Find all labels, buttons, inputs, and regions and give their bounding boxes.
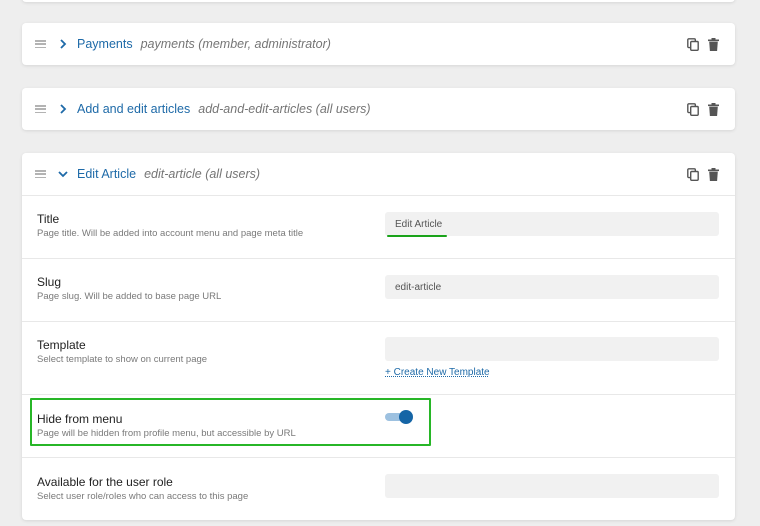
page-card-payments: Payments payments (member, administrator… [22,23,735,65]
setting-label: Slug [37,275,62,289]
page-name[interactable]: Edit Article [77,167,136,181]
drag-handle-icon[interactable] [35,40,46,48]
page-name[interactable]: Payments [77,37,133,51]
setting-description: Page title. Will be added into account m… [37,228,304,239]
page-card-header[interactable]: Edit Article edit-article (all users) [22,153,735,195]
page-card-edit-article: Edit Article edit-article (all users) Ti… [22,153,735,520]
page-card-add-and-edit-articles: Add and edit articles add-and-edit-artic… [22,88,735,130]
chevron-right-icon[interactable] [57,103,69,115]
previous-page-card [22,0,735,2]
chevron-down-icon[interactable] [57,168,69,180]
page-slug: payments (member, administrator) [140,37,331,51]
setting-description: Select template to show on current page [37,354,208,365]
trash-icon[interactable] [708,167,719,181]
page-name[interactable]: Add and edit articles [77,102,190,116]
page-slug: edit-article (all users) [144,167,261,181]
setting-label: Hide from menu [37,412,123,426]
toggle-knob[interactable] [399,410,413,424]
copy-icon[interactable] [687,37,699,51]
copy-icon[interactable] [687,102,699,116]
setting-row-title: Title Page title. Will be added into acc… [22,195,735,258]
input-focus-underline [387,235,447,237]
setting-label: Available for the user role [37,475,173,489]
setting-row-slug: Slug Page slug. Will be added to base pa… [22,258,735,321]
drag-handle-icon[interactable] [35,170,46,178]
page-slug: add-and-edit-articles (all users) [198,102,371,116]
title-input[interactable]: Edit Article [385,212,719,236]
chevron-right-icon[interactable] [57,38,69,50]
user-role-select[interactable] [385,474,719,498]
copy-icon[interactable] [687,167,699,181]
trash-icon[interactable] [708,37,719,51]
setting-label: Title [37,212,60,226]
page-card-header[interactable]: Payments payments (member, administrator… [22,23,735,65]
trash-icon[interactable] [708,102,719,116]
setting-description: Page will be hidden from profile menu, b… [37,428,296,439]
setting-description: Select user role/roles who can access to… [37,491,249,502]
template-select[interactable] [385,337,719,361]
slug-input[interactable]: edit-article [385,275,719,299]
setting-label: Template [37,338,86,352]
setting-row-user-role: Available for the user role Select user … [22,457,735,520]
hide-from-menu-toggle[interactable] [385,410,413,424]
page-card-header[interactable]: Add and edit articles add-and-edit-artic… [22,88,735,130]
setting-row-template: Template Select template to show on curr… [22,321,735,394]
create-template-link[interactable]: + Create New Template [385,367,490,378]
setting-row-hide-from-menu: Hide from menu Page will be hidden from … [22,394,735,457]
drag-handle-icon[interactable] [35,105,46,113]
setting-description: Page slug. Will be added to base page UR… [37,291,222,302]
